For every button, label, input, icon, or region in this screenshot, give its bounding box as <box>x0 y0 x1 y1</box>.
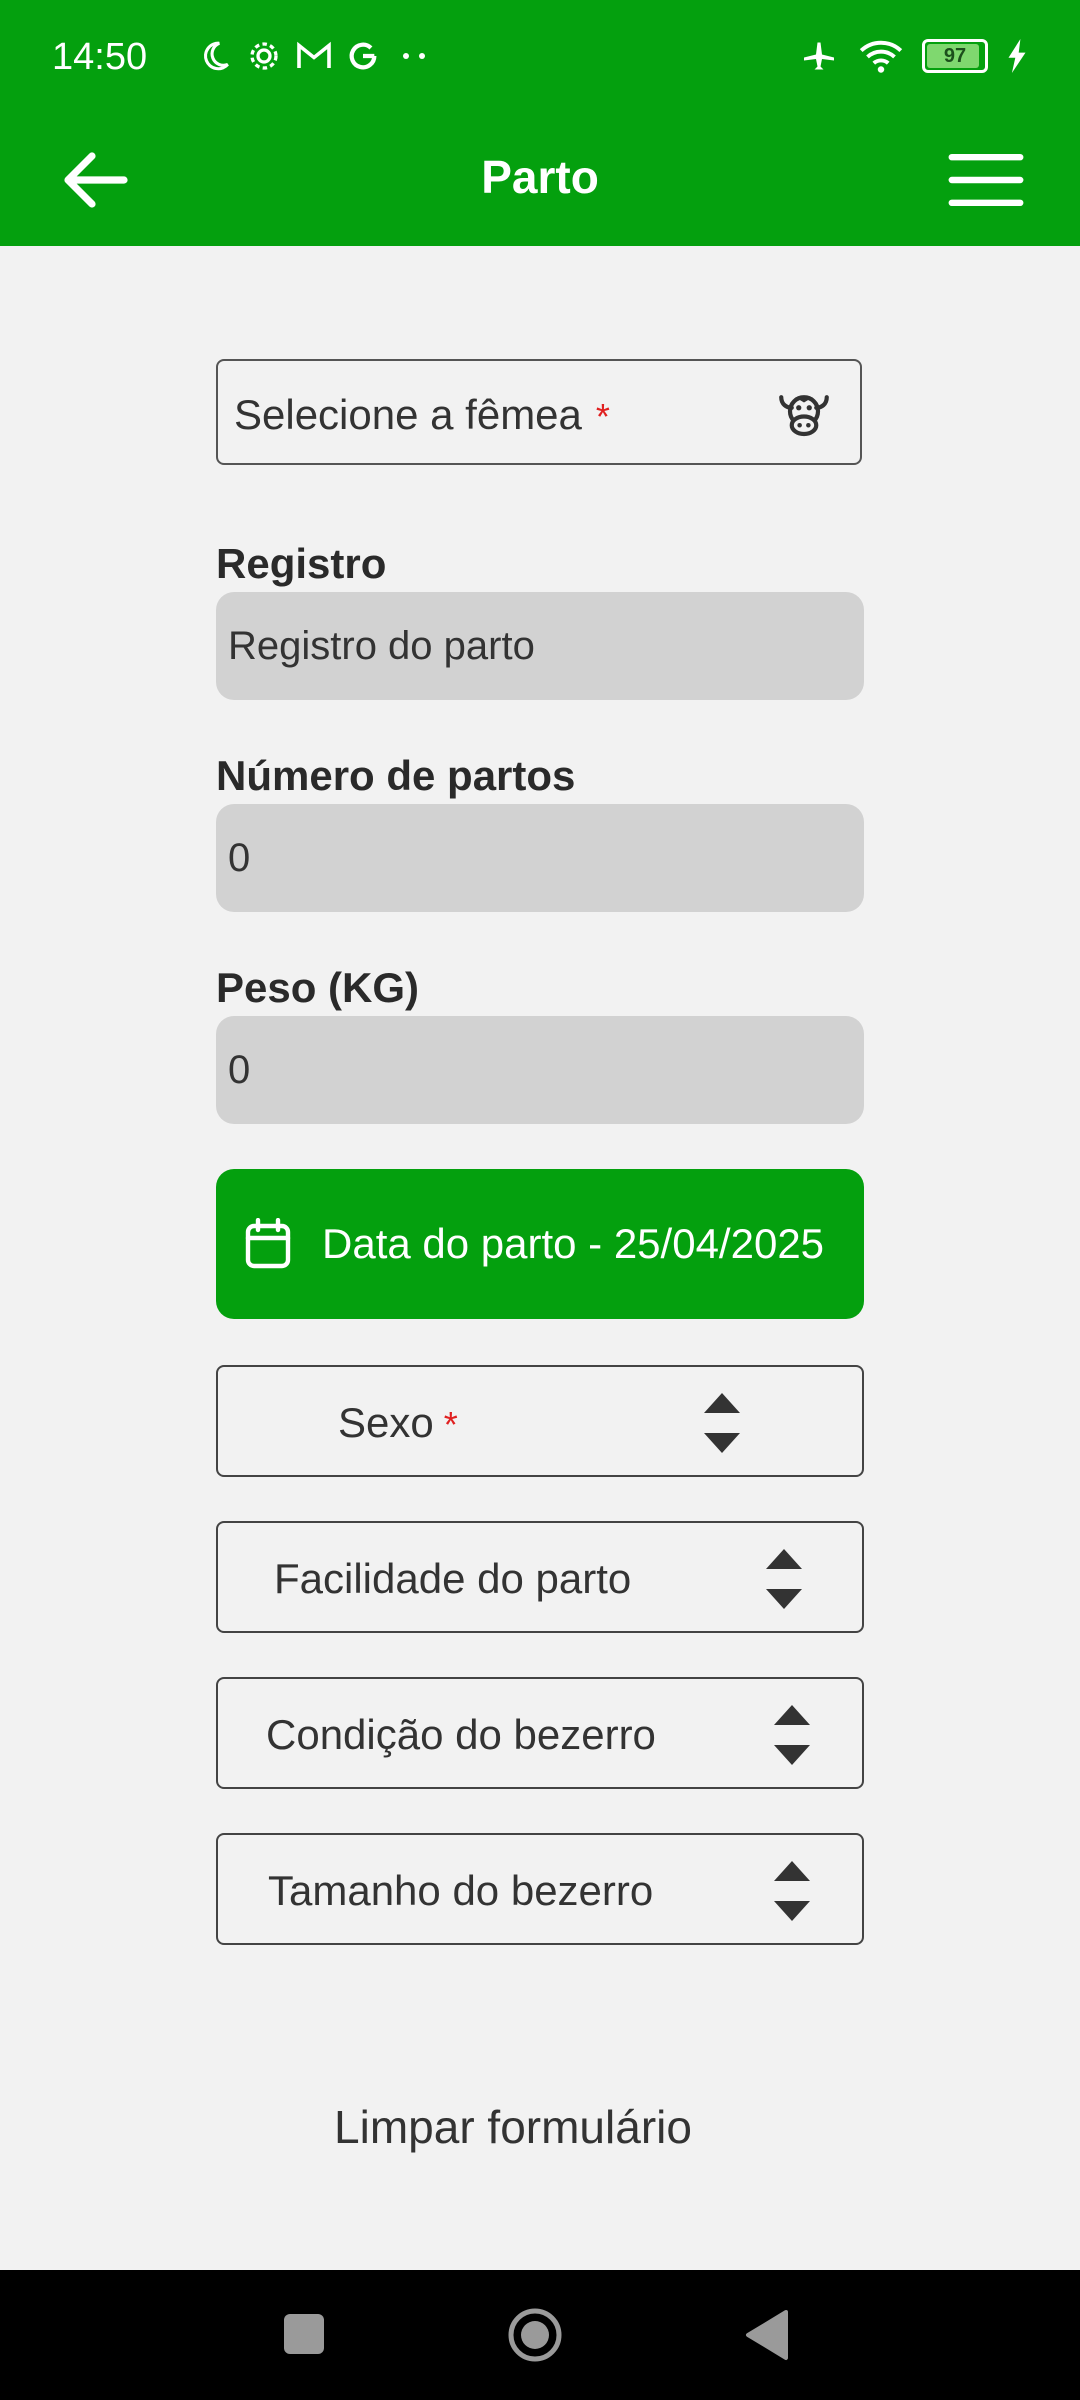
battery-level: 97 <box>943 44 967 67</box>
up-down-arrows-icon <box>766 1549 802 1609</box>
cow-icon[interactable] <box>776 385 832 441</box>
airplane-icon <box>804 42 834 70</box>
sexo-label: Sexo * <box>338 1399 458 1447</box>
more-dots-icon <box>403 53 425 59</box>
home-button[interactable] <box>507 2307 563 2363</box>
clear-form-button[interactable]: Limpar formulário <box>0 2100 1026 2154</box>
gmail-icon <box>297 41 331 68</box>
birth-date-button[interactable]: Data do parto - 25/04/2025 <box>216 1169 864 1319</box>
registro-field[interactable]: Registro do parto <box>216 592 864 700</box>
app-bar: Parto <box>0 120 1080 246</box>
moon-icon <box>204 41 229 71</box>
birth-date-label: Data do parto - 25/04/2025 <box>322 1220 825 1267</box>
battery-icon: 97 <box>922 39 988 73</box>
tamanho-label: Tamanho do bezerro <box>268 1867 654 1914</box>
status-time: 14:50 <box>52 36 148 78</box>
up-down-arrows-icon <box>774 1705 810 1765</box>
calendar-icon <box>245 1218 291 1269</box>
status-bar: 14:50 97 <box>0 0 1080 120</box>
wifi-icon <box>859 40 903 73</box>
gear-icon <box>250 42 278 70</box>
tamanho-dropdown[interactable]: Tamanho do bezerro <box>216 1833 864 1945</box>
female-selector-placeholder: Selecione a fêmea <box>234 391 582 438</box>
sexo-text: Sexo <box>338 1399 434 1446</box>
peso-label: Peso (KG) <box>216 964 420 1011</box>
num-partos-field[interactable]: 0 <box>216 804 864 912</box>
num-partos-label: Número de partos <box>216 752 576 799</box>
required-mark: * <box>595 396 610 437</box>
sexo-dropdown[interactable]: Sexo * <box>216 1365 864 1477</box>
charging-icon <box>1008 39 1026 73</box>
condicao-dropdown[interactable]: Condição do bezerro <box>216 1677 864 1789</box>
peso-field[interactable]: 0 <box>216 1016 864 1124</box>
page-title: Parto <box>481 151 599 203</box>
status-icons-left <box>198 38 434 74</box>
system-back-button[interactable] <box>744 2308 790 2362</box>
required-mark: * <box>443 1404 458 1445</box>
condicao-label: Condição do bezerro <box>266 1711 656 1758</box>
female-selector-label: Selecione a fêmea * <box>234 391 610 439</box>
peso-value: 0 <box>228 1047 251 1092</box>
google-icon <box>349 42 377 70</box>
system-nav-bar <box>0 2270 1080 2400</box>
status-icons-right: 97 <box>798 38 1028 74</box>
up-down-arrows-icon <box>774 1861 810 1921</box>
num-partos-value: 0 <box>228 835 251 880</box>
registro-placeholder: Registro do parto <box>228 623 535 668</box>
facilidade-dropdown[interactable]: Facilidade do parto <box>216 1521 864 1633</box>
hamburger-menu-icon[interactable] <box>948 142 1024 218</box>
facilidade-label: Facilidade do parto <box>274 1555 632 1602</box>
recents-button[interactable] <box>284 2314 324 2354</box>
registro-label: Registro <box>216 540 387 587</box>
female-selector[interactable]: Selecione a fêmea * <box>216 359 862 465</box>
up-down-arrows-icon <box>704 1393 740 1453</box>
